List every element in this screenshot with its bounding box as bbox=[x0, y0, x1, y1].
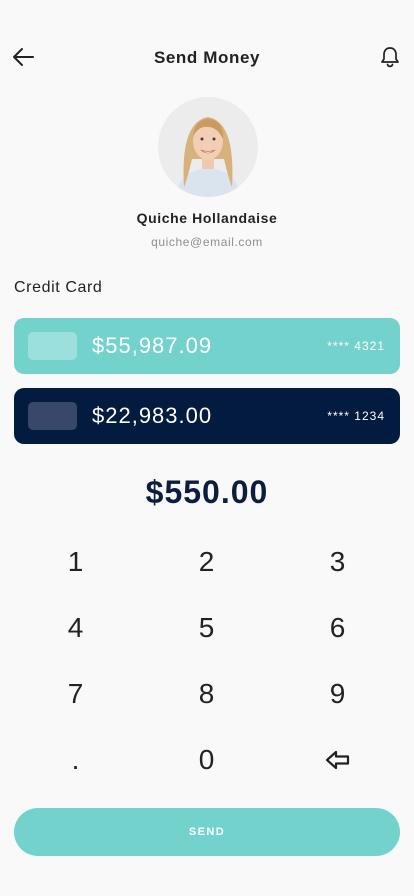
key-1[interactable]: 1 bbox=[10, 530, 141, 594]
send-button-label: SEND bbox=[188, 826, 226, 838]
credit-card-2[interactable]: $22,983.00 **** 1234 bbox=[14, 388, 400, 444]
key-2[interactable]: 2 bbox=[141, 530, 272, 594]
card-number: **** 4321 bbox=[327, 339, 385, 353]
key-3[interactable]: 3 bbox=[272, 530, 403, 594]
card-chip-icon bbox=[28, 402, 77, 430]
key-9[interactable]: 9 bbox=[272, 662, 403, 726]
avatar bbox=[158, 97, 258, 197]
recipient-email: quiche@email.com bbox=[151, 235, 263, 249]
card-number: **** 1234 bbox=[327, 409, 385, 423]
bell-icon[interactable] bbox=[378, 44, 402, 70]
card-balance: $22,983.00 bbox=[92, 403, 213, 428]
key-8[interactable]: 8 bbox=[141, 662, 272, 726]
key-4[interactable]: 4 bbox=[10, 596, 141, 660]
send-button[interactable]: SEND bbox=[14, 808, 400, 856]
app-header: Send Money bbox=[0, 38, 414, 78]
key-6[interactable]: 6 bbox=[272, 596, 403, 660]
send-amount: $550.00 bbox=[145, 474, 269, 510]
key-0[interactable]: 0 bbox=[141, 728, 272, 792]
key-dot[interactable]: . bbox=[10, 728, 141, 792]
page-title: Send Money bbox=[153, 48, 261, 67]
recipient-name: Quiche Hollandaise bbox=[136, 210, 278, 226]
key-5[interactable]: 5 bbox=[141, 596, 272, 660]
key-7[interactable]: 7 bbox=[10, 662, 141, 726]
credit-card-1[interactable]: $55,987.09 **** 4321 bbox=[14, 318, 400, 374]
card-balance: $55,987.09 bbox=[92, 333, 213, 358]
credit-card-label: Credit Card bbox=[14, 279, 103, 296]
card-chip-icon bbox=[28, 332, 77, 360]
backspace-arrow-icon[interactable] bbox=[272, 728, 403, 792]
